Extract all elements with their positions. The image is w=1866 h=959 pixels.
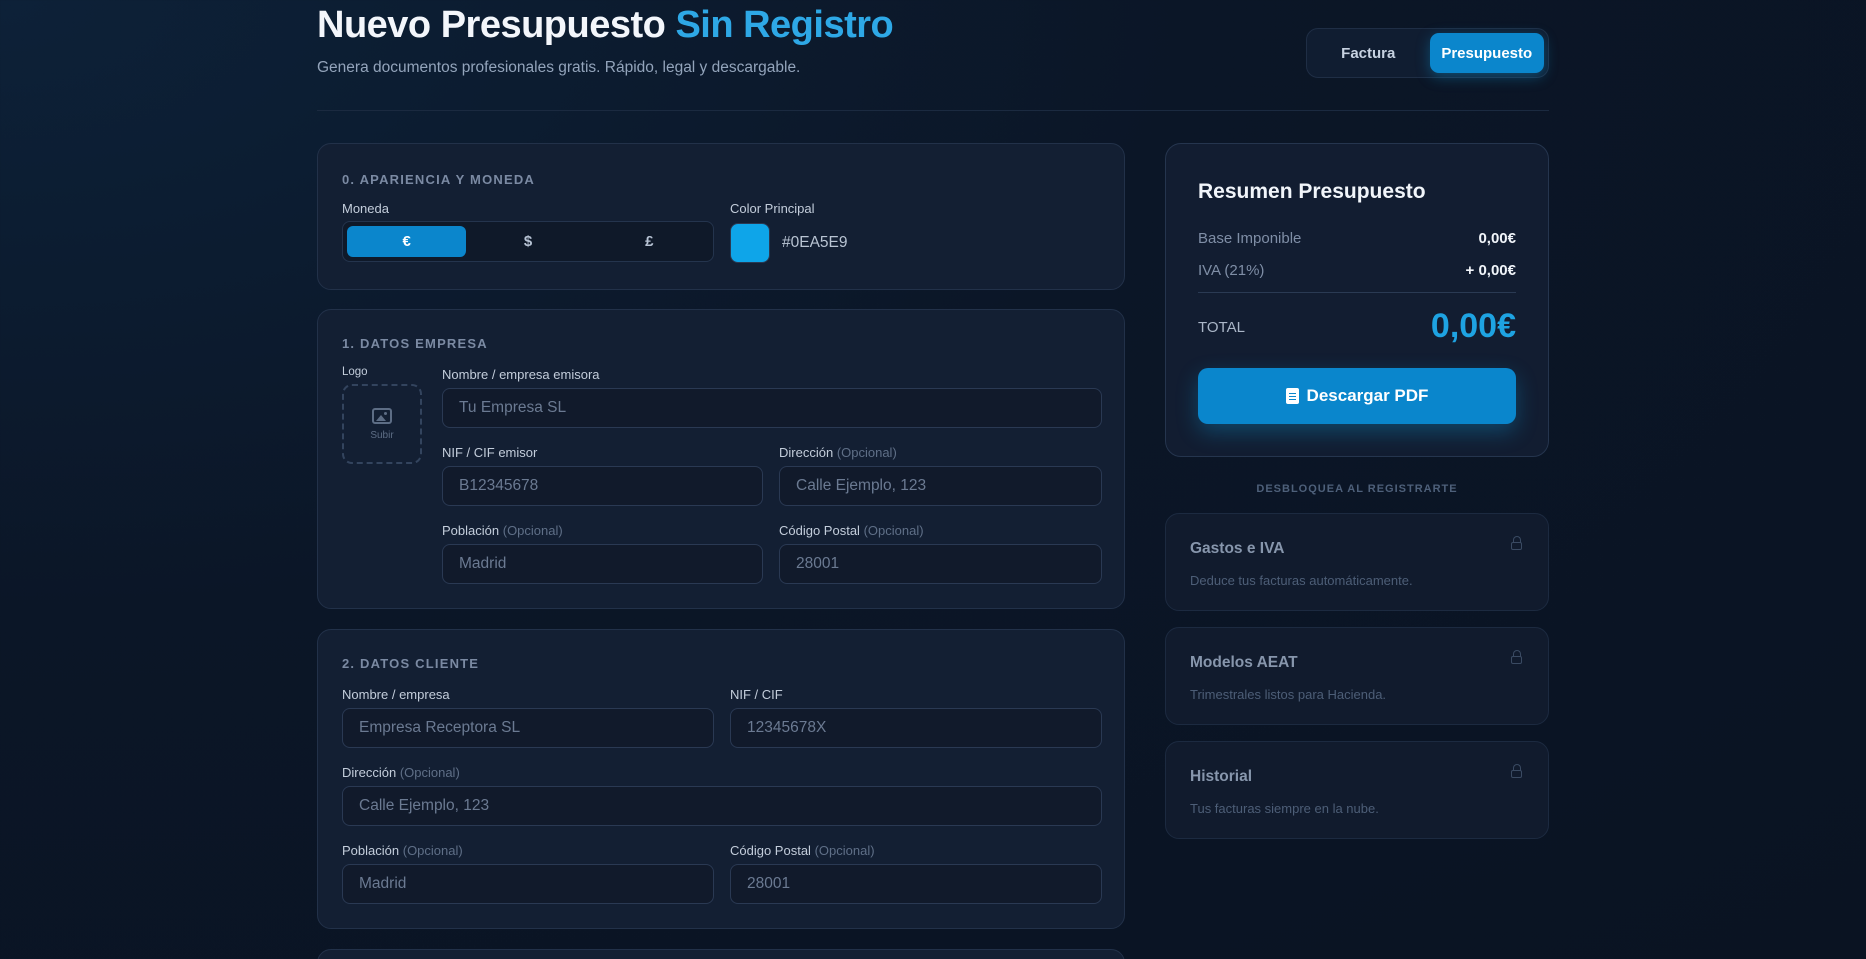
page-title: Nuevo Presupuesto Sin Registro — [317, 4, 894, 47]
feature-title: Gastos e IVA — [1190, 540, 1285, 557]
summary-card: Resumen Presupuesto Base Imponible 0,00€… — [1165, 143, 1549, 457]
company-address-label: Dirección (Opcional) — [779, 445, 897, 460]
company-address-label-text: Dirección — [779, 445, 834, 460]
optional-tag: (Opcional) — [814, 843, 875, 858]
lock-icon — [1511, 764, 1522, 778]
optional-tag: (Opcional) — [863, 523, 924, 538]
company-city-label: Población (Opcional) — [442, 523, 563, 538]
iva-row: IVA (21%) + 0,00€ — [1198, 262, 1516, 279]
client-zip-label: Código Postal (Opcional) — [730, 843, 875, 858]
company-zip-label: Código Postal (Opcional) — [779, 523, 924, 538]
company-city-input[interactable] — [442, 544, 763, 584]
lock-icon — [1511, 536, 1522, 550]
color-swatch[interactable] — [730, 223, 770, 263]
optional-tag: (Opcional) — [836, 445, 897, 460]
client-card-title: 2. DATOS CLIENTE — [342, 656, 480, 671]
client-city-label: Población (Opcional) — [342, 843, 463, 858]
lock-icon — [1511, 650, 1522, 664]
currency-selector: € $ £ — [342, 221, 714, 262]
company-name-input[interactable] — [442, 388, 1102, 428]
currency-label: Moneda — [342, 201, 389, 216]
currency-dollar-button[interactable]: $ — [468, 226, 587, 257]
summary-title: Resumen Presupuesto — [1198, 180, 1426, 203]
color-hex-value: #0EA5E9 — [782, 234, 848, 251]
client-nif-label: NIF / CIF — [730, 687, 783, 702]
title-main: Nuevo Presupuesto — [317, 4, 666, 46]
appearance-card: 0. APARIENCIA Y MONEDA Moneda € $ £ Colo… — [317, 143, 1125, 290]
tab-presupuesto[interactable]: Presupuesto — [1429, 33, 1544, 73]
client-city-input[interactable] — [342, 864, 714, 904]
logo-label: Logo — [342, 366, 368, 378]
total-value: 0,00€ — [1430, 307, 1516, 345]
client-name-label: Nombre / empresa — [342, 687, 450, 702]
logo-upload-box[interactable]: Subir — [342, 384, 422, 464]
optional-tag: (Opcional) — [402, 843, 463, 858]
feature-card-modelos: Modelos AEAT Trimestrales listos para Ha… — [1165, 627, 1549, 725]
company-card: 1. DATOS EMPRESA Logo Subir Nombre / emp… — [317, 309, 1125, 609]
appearance-card-title: 0. APARIENCIA Y MONEDA — [342, 172, 536, 187]
company-city-label-text: Población — [442, 523, 500, 538]
company-address-input[interactable] — [779, 466, 1102, 506]
optional-tag: (Opcional) — [399, 765, 460, 780]
client-zip-label-text: Código Postal — [730, 843, 811, 858]
feature-card-gastos: Gastos e IVA Deduce tus facturas automát… — [1165, 513, 1549, 611]
client-city-label-text: Población — [342, 843, 400, 858]
unlock-heading: DESBLOQUEA AL REGISTRARTE — [1256, 483, 1458, 495]
currency-pound-button[interactable]: £ — [590, 226, 709, 257]
company-nif-input[interactable] — [442, 466, 763, 506]
client-zip-input[interactable] — [730, 864, 1102, 904]
page-subtitle: Genera documentos profesionales gratis. … — [317, 59, 801, 76]
client-card: 2. DATOS CLIENTE Nombre / empresa NIF / … — [317, 629, 1125, 929]
feature-desc: Tus facturas siempre en la nube. — [1190, 801, 1379, 816]
feature-desc: Trimestrales listos para Hacienda. — [1190, 687, 1387, 702]
feature-desc: Deduce tus facturas automáticamente. — [1190, 573, 1413, 588]
client-name-input[interactable] — [342, 708, 714, 748]
client-address-input[interactable] — [342, 786, 1102, 826]
logo-upload-label: Subir — [370, 429, 394, 441]
base-label: Base Imponible — [1198, 230, 1302, 247]
tab-factura[interactable]: Factura — [1311, 33, 1426, 73]
base-row: Base Imponible 0,00€ — [1198, 230, 1516, 247]
feature-card-historial: Historial Tus facturas siempre en la nub… — [1165, 741, 1549, 839]
company-nif-label: NIF / CIF emisor — [442, 445, 538, 460]
optional-tag: (Opcional) — [502, 523, 563, 538]
summary-divider — [1198, 292, 1516, 293]
header-divider — [317, 110, 1549, 111]
title-accent: Sin Registro — [675, 4, 894, 46]
image-icon — [372, 407, 392, 424]
company-card-title: 1. DATOS EMPRESA — [342, 336, 488, 351]
feature-title: Historial — [1190, 768, 1253, 785]
iva-label: IVA (21%) — [1198, 262, 1265, 279]
download-pdf-button[interactable]: Descargar PDF — [1198, 368, 1516, 424]
document-icon — [1285, 388, 1299, 404]
feature-title: Modelos AEAT — [1190, 654, 1298, 671]
total-label: TOTAL — [1198, 319, 1245, 336]
next-card-peek — [317, 949, 1125, 959]
client-nif-input[interactable] — [730, 708, 1102, 748]
download-pdf-label: Descargar PDF — [1306, 386, 1429, 405]
company-zip-input[interactable] — [779, 544, 1102, 584]
iva-value: + 0,00€ — [1465, 262, 1516, 279]
company-zip-label-text: Código Postal — [779, 523, 860, 538]
company-name-label: Nombre / empresa emisora — [442, 367, 600, 382]
client-address-label: Dirección (Opcional) — [342, 765, 460, 780]
client-address-label-text: Dirección — [342, 765, 397, 780]
base-value: 0,00€ — [1478, 230, 1516, 247]
color-label: Color Principal — [730, 201, 815, 216]
document-type-toggle: Factura Presupuesto — [1306, 28, 1549, 78]
currency-euro-button[interactable]: € — [347, 226, 467, 257]
